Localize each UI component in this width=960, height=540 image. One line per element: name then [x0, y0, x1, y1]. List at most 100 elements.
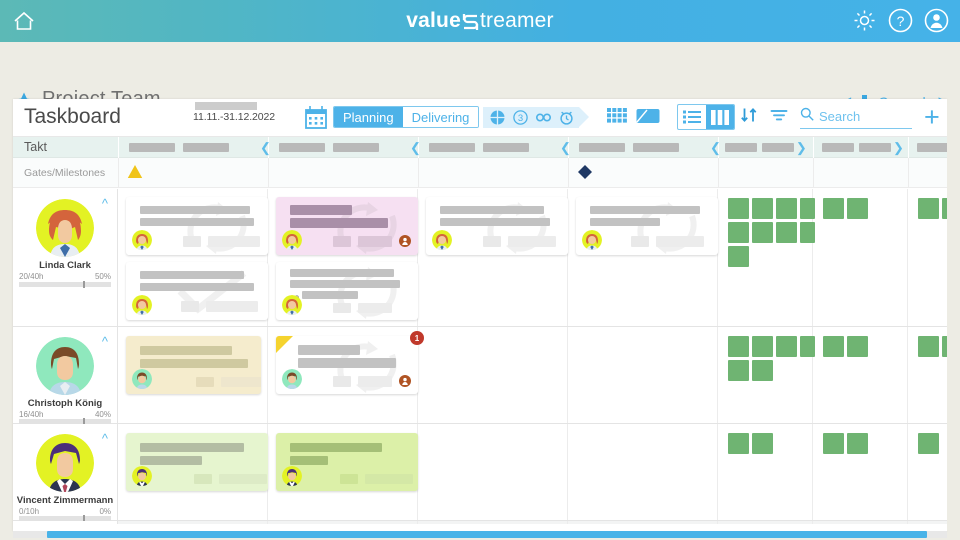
lane-cell[interactable]	[268, 521, 418, 524]
capacity-box[interactable]	[847, 433, 868, 454]
date-range[interactable]: 11.11.-31.12.2022	[193, 102, 285, 123]
column-prev-icon[interactable]: ❮	[260, 140, 271, 156]
gate-milestone[interactable]	[577, 164, 598, 180]
filter-icon[interactable]	[770, 107, 788, 128]
lane-cell-boxes[interactable]	[813, 327, 908, 423]
lane-cell-boxes[interactable]	[718, 327, 815, 423]
lane-cell[interactable]	[418, 189, 568, 326]
task-card[interactable]	[576, 197, 718, 255]
lane-cell-boxes[interactable]	[813, 189, 908, 326]
capacity-box[interactable]	[823, 433, 844, 454]
collapse-chevron-icon[interactable]: ^	[102, 334, 108, 349]
mode-toggle[interactable]: Planning Delivering	[333, 106, 480, 128]
avatar-small-christoph[interactable]	[132, 369, 152, 389]
lane-cell[interactable]	[568, 189, 718, 326]
lane-cell[interactable]	[813, 521, 908, 524]
lane-person-vincent-zimmermann[interactable]: ^ Vincent Zimmermann 0/10h 0%	[13, 424, 118, 522]
lane-cell[interactable]	[118, 521, 268, 524]
card-view-icon[interactable]	[636, 107, 660, 125]
lane-cell[interactable]	[418, 521, 568, 524]
mode-planning-button[interactable]: Planning	[334, 107, 403, 127]
capacity-box[interactable]	[918, 198, 939, 219]
scrollbar-thumb[interactable]	[47, 531, 927, 538]
task-card[interactable]	[126, 197, 268, 255]
gates-cell-2[interactable]	[268, 158, 418, 188]
user-account-icon[interactable]	[923, 7, 950, 34]
task-card[interactable]	[126, 262, 268, 320]
column-header-4[interactable]: ❮	[560, 137, 718, 158]
lane-cell[interactable]	[418, 424, 568, 520]
gates-cell-3[interactable]	[418, 158, 568, 188]
lane-cell-boxes[interactable]	[908, 189, 947, 326]
gates-cell-5[interactable]	[718, 158, 813, 188]
column-header-2[interactable]: ❮	[260, 137, 418, 158]
layout-toggle[interactable]	[677, 104, 735, 130]
status-filter-chip[interactable]: 3	[483, 107, 589, 128]
column-header-6[interactable]: ❯	[813, 137, 908, 158]
capacity-box[interactable]	[847, 198, 868, 219]
column-prev-icon[interactable]: ❮	[710, 140, 721, 156]
capacity-box[interactable]	[823, 336, 844, 357]
column-prev-icon[interactable]: ❮	[410, 140, 421, 156]
help-icon[interactable]: ?	[887, 7, 914, 34]
gates-cell-4[interactable]	[568, 158, 718, 188]
lane-cell[interactable]	[568, 521, 718, 524]
horizontal-scrollbar[interactable]	[13, 531, 947, 538]
lane-person-christoph-koenig[interactable]: ^ Christoph König 16/40h 40%	[13, 327, 118, 425]
gear-icon[interactable]	[851, 7, 878, 34]
avatar-small-christoph[interactable]	[282, 369, 302, 389]
capacity-box[interactable]	[752, 336, 773, 357]
capacity-box[interactable]	[752, 222, 773, 243]
link-chain-icon[interactable]	[535, 109, 552, 126]
task-card[interactable]	[276, 262, 418, 320]
capacity-box[interactable]	[752, 360, 773, 381]
avatar-vincent-zimmermann[interactable]	[36, 434, 94, 492]
calendar-icon[interactable]	[303, 105, 329, 130]
avatar-small-linda[interactable]	[132, 295, 152, 315]
capacity-box[interactable]	[776, 336, 797, 357]
lane-cell[interactable]	[418, 327, 568, 423]
person-badge[interactable]	[399, 375, 411, 387]
capacity-box[interactable]	[728, 360, 749, 381]
column-header-5[interactable]: ❮ ❯	[710, 137, 813, 158]
lane-cell-boxes[interactable]	[908, 424, 947, 520]
gate-warning[interactable]	[127, 164, 148, 179]
avatar-small-linda[interactable]	[582, 230, 602, 250]
task-card[interactable]	[276, 433, 418, 491]
person-badge[interactable]	[399, 235, 411, 247]
lane-cell[interactable]	[268, 189, 418, 326]
alarm-clock-icon[interactable]	[558, 109, 575, 126]
search-input[interactable]: Search	[800, 107, 912, 129]
avatar-small-vincent[interactable]	[282, 466, 302, 486]
lane-cell[interactable]	[718, 521, 813, 524]
capacity-box[interactable]	[728, 336, 749, 357]
grid-view-icon[interactable]	[607, 107, 627, 125]
gates-cell-6[interactable]	[813, 158, 908, 188]
pie-progress-icon[interactable]	[489, 109, 506, 126]
add-task-button[interactable]: +	[924, 104, 940, 131]
task-card[interactable]	[276, 197, 418, 255]
collapse-chevron-icon[interactable]: ^	[102, 431, 108, 446]
task-card[interactable]	[276, 336, 418, 394]
column-header-1[interactable]	[118, 137, 268, 158]
task-card[interactable]	[426, 197, 568, 255]
column-header-3[interactable]: ❮	[410, 137, 568, 158]
column-view-icon[interactable]	[706, 105, 734, 129]
capacity-box[interactable]	[728, 246, 749, 267]
lane-cell[interactable]	[118, 327, 268, 423]
mode-delivering-button[interactable]: Delivering	[402, 107, 479, 127]
capacity-box[interactable]	[752, 433, 773, 454]
column-next-icon[interactable]: ❯	[893, 140, 904, 156]
capacity-box[interactable]	[728, 433, 749, 454]
lane-person-linda-clark[interactable]: ^ Linda Clark 20/40h 50%	[13, 189, 118, 326]
lane-person-partial[interactable]: ^	[13, 521, 118, 524]
capacity-box[interactable]	[847, 336, 868, 357]
task-card[interactable]	[126, 336, 261, 394]
capacity-box[interactable]	[823, 198, 844, 219]
capacity-box[interactable]	[776, 198, 797, 219]
avatar-small-linda[interactable]	[132, 230, 152, 250]
column-next-icon[interactable]: ❯	[796, 140, 807, 156]
lane-cell[interactable]	[568, 327, 718, 423]
avatar-linda-clark[interactable]	[36, 199, 94, 257]
capacity-box[interactable]	[728, 198, 749, 219]
